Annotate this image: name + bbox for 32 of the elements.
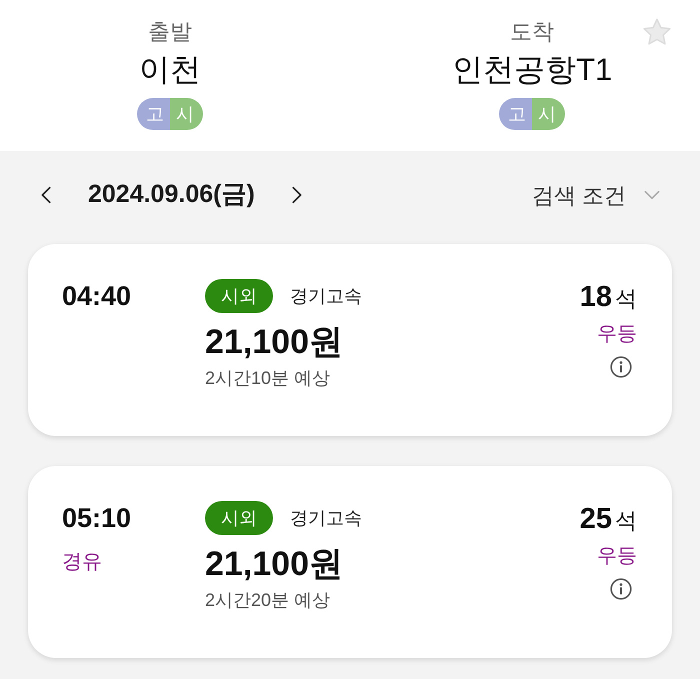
search-filter-dropdown[interactable]: 검색 조건 <box>532 178 626 212</box>
terminal-tag: 시 <box>532 98 566 130</box>
departure-time: 05:10 <box>62 502 132 535</box>
bus-grade: 우등 <box>597 544 637 569</box>
info-icon[interactable] <box>610 356 632 378</box>
selected-date[interactable]: 2024.09.06(금) <box>88 176 255 214</box>
route-card[interactable]: 05:10 경유 시외 경기고속 21,100원 2시간20분 예상 25 석 우등 <box>28 466 672 658</box>
fare-price: 21,100원 <box>205 322 343 363</box>
seat-unit: 석 <box>615 507 637 535</box>
bus-company: 경기고속 <box>290 506 362 530</box>
bus-grade: 우등 <box>597 322 637 347</box>
star-icon[interactable] <box>642 18 672 47</box>
terminal-tag: 시 <box>170 98 203 130</box>
stopover-label: 경유 <box>62 550 102 575</box>
station-name[interactable]: 인천공항T1 <box>452 48 612 92</box>
info-icon[interactable] <box>610 578 632 600</box>
bus-type-badge: 시외 <box>205 501 273 535</box>
seat-count: 25 <box>580 502 612 537</box>
terminal-tag: 고 <box>499 98 532 130</box>
route-card[interactable]: 04:40 시외 경기고속 21,100원 2시간10분 예상 18 석 우등 <box>28 244 672 436</box>
stop-label: 출발 <box>148 18 192 46</box>
seat-count: 18 <box>580 280 612 315</box>
travel-duration: 2시간20분 예상 <box>205 589 330 612</box>
bus-type-badge: 시외 <box>205 279 273 313</box>
seat-unit: 석 <box>615 285 637 313</box>
bus-company: 경기고속 <box>290 284 362 308</box>
stop-label: 도착 <box>510 18 554 46</box>
station-name[interactable]: 이천 <box>138 48 201 92</box>
departure-time: 04:40 <box>62 280 132 313</box>
travel-duration: 2시간10분 예상 <box>205 367 330 390</box>
terminal-tag: 고 <box>136 98 170 130</box>
fare-price: 21,100원 <box>205 544 343 585</box>
